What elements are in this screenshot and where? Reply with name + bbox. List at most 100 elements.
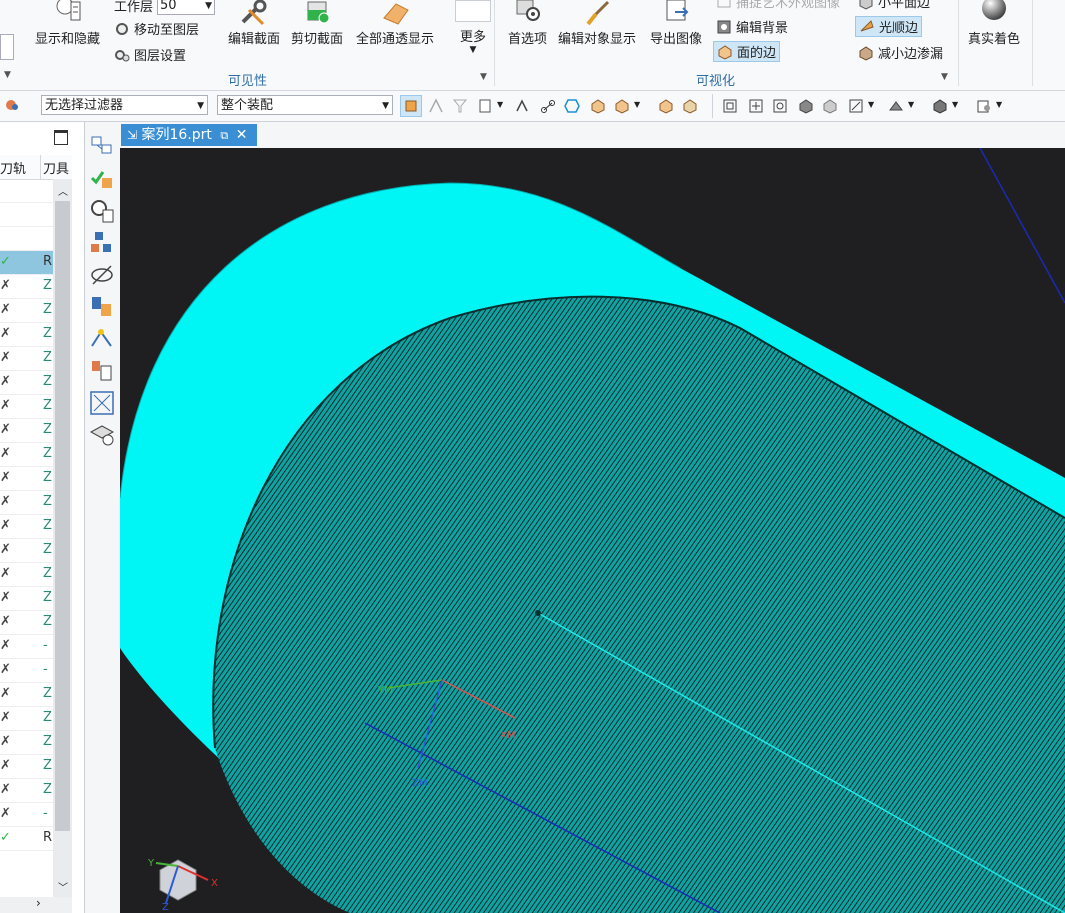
capture-artistic-label: 捕捉艺术外观图像 [736,0,841,11]
orient-view-icon[interactable] [848,98,864,114]
move-to-layer-button[interactable]: 移动至图层 [114,19,199,38]
tool-cell: Z [43,398,52,413]
cube-select-icon[interactable] [614,98,630,114]
hidden-edges-button[interactable]: 小平面边 [858,0,930,11]
selection-toolbar: 无选择过滤器 ▼ 整个装配 ▼ ▼ ▼ ▼ ▼ ▼ ▼ [0,91,1065,122]
assembly-navigator-icon[interactable] [89,134,115,160]
smooth-edges-button[interactable]: 光顺边 [855,16,923,37]
select-icon[interactable] [3,97,19,113]
shaded-view-icon[interactable] [798,98,814,114]
chevron-down-icon[interactable]: ▼ [996,100,1002,109]
chevron-down-icon[interactable]: ▼ [908,100,914,109]
hide-show-icon[interactable] [89,262,115,288]
status-mark: ✗ [0,398,11,413]
edges-view-icon[interactable] [822,98,838,114]
show-hide-button[interactable]: 显示和隐藏 [35,0,100,47]
edit-section-button[interactable]: 编辑截面 [228,0,280,47]
column-tool-header[interactable]: 刀具 [43,158,69,177]
preferences-label: 首选项 [508,32,548,47]
reuse-library-icon[interactable] [89,230,115,256]
horizontal-scrollbar[interactable]: › [0,896,72,913]
ribbon-left-field[interactable] [0,34,14,60]
part-file-icon: ⇲ [127,128,138,142]
constraint-navigator-icon[interactable] [89,166,115,192]
shaded-cube-icon[interactable] [658,98,674,114]
rotate-icon[interactable] [772,98,788,114]
chevron-down-icon[interactable]: ﹀ [58,879,68,894]
selection-scope-dropdown[interactable]: 整个装配 ▼ [217,95,393,115]
render-style-icon[interactable] [888,98,904,114]
full-screen-icon[interactable] [89,390,115,416]
chevron-down-icon[interactable]: ▼ [952,100,958,109]
reduce-leakage-icon [859,45,873,61]
maximize-icon[interactable] [54,130,68,145]
view-triad[interactable]: X Y Z [147,858,218,913]
point-snap-icon[interactable] [514,98,530,114]
select-feature-toggle[interactable] [400,95,422,117]
tool-cell: Z [43,686,52,701]
history-icon[interactable] [89,326,115,352]
preferences-button[interactable]: 首选项 [508,0,547,47]
ribbon-separator [1032,0,1033,86]
cube-snap-icon[interactable] [590,98,606,114]
chevron-down-icon[interactable]: ▼ [634,100,640,109]
layer-visibility-icon[interactable] [976,98,992,114]
more-button[interactable]: 更多 ▼ [455,0,491,55]
visibility-group-expand[interactable]: ▼ [480,72,487,82]
edit-background-button[interactable]: 编辑背景 [716,17,788,36]
triad-z-label: Z [162,902,169,913]
part-navigator-icon[interactable] [89,198,115,224]
edit-object-display-label: 编辑对象显示 [558,32,637,47]
layer-settings-button[interactable]: 图层设置 [114,45,186,64]
export-image-button[interactable]: 导出图像 [650,0,702,47]
select-type-icon[interactable] [478,98,494,114]
filter-icon[interactable] [452,98,468,114]
close-tab-icon[interactable]: ✕ [236,127,248,143]
clip-section-button[interactable]: 剪切截面 [291,0,343,47]
status-mark: ✗ [0,566,11,581]
pan-icon[interactable] [748,98,764,114]
document-tab[interactable]: ⇲ 案列16.prt ⧉ ✕ [121,124,257,146]
face-edges-button[interactable]: 面的边 [713,41,781,62]
snap-point-icon[interactable] [428,98,444,114]
wire-cube-icon[interactable] [682,98,698,114]
see-through-icon [383,3,409,25]
more-label: 更多 [459,30,486,45]
solid-cube-icon[interactable] [932,98,948,114]
status-mark: ✗ [0,638,11,653]
status-mark: ✗ [0,710,11,725]
graph-icon[interactable] [540,98,556,114]
work-layer-input[interactable]: 50 ▼ [157,0,216,15]
chevron-down-icon[interactable]: ▼ [868,100,874,109]
tool-cell: Z [43,326,52,341]
true-shading-button[interactable]: 真实着色 [968,0,1020,47]
fit-view-icon[interactable] [722,98,738,114]
tool-cell: Z [43,518,52,533]
visualization-group-expand[interactable]: ▼ [941,72,948,82]
selection-filter-dropdown[interactable]: 无选择过滤器 ▼ [41,95,208,115]
column-toolpath-header[interactable]: 刀轨 [0,158,26,177]
status-mark: ✗ [0,734,11,749]
chevron-right-icon[interactable]: › [36,896,41,910]
vertical-scrollbar[interactable]: ︿ ﹀ [53,179,72,899]
smooth-edges-icon [860,19,874,31]
chevron-up-icon[interactable]: ︿ [58,183,68,198]
ribbon-scroll-arrow[interactable]: ▼ [4,70,11,80]
process-studio-icon[interactable] [89,358,115,384]
capture-artistic-button[interactable]: 捕捉艺术外观图像 [716,0,840,11]
web-browser-icon[interactable] [89,294,115,320]
ribbon-separator [494,0,495,86]
toolbar-separator [712,94,713,118]
reduce-leakage-button[interactable]: 减小边渗漏 [858,43,943,62]
edit-object-display-button[interactable]: 编辑对象显示 [558,0,636,47]
all-see-through-button[interactable]: 全部通透显示 [356,0,434,47]
scrollbar-thumb[interactable] [55,201,70,831]
tool-cell: Z [43,350,52,365]
graphics-window[interactable]: XM YM ZM X Y Z [120,148,1065,913]
navigator-header: 刀轨 刀具 [0,155,72,180]
chevron-down-icon[interactable]: ▼ [497,100,503,109]
tool-cell: R [43,830,53,845]
status-mark: ✗ [0,302,11,317]
layer-settings-icon[interactable] [89,422,115,448]
hexagon-icon[interactable] [564,98,580,114]
